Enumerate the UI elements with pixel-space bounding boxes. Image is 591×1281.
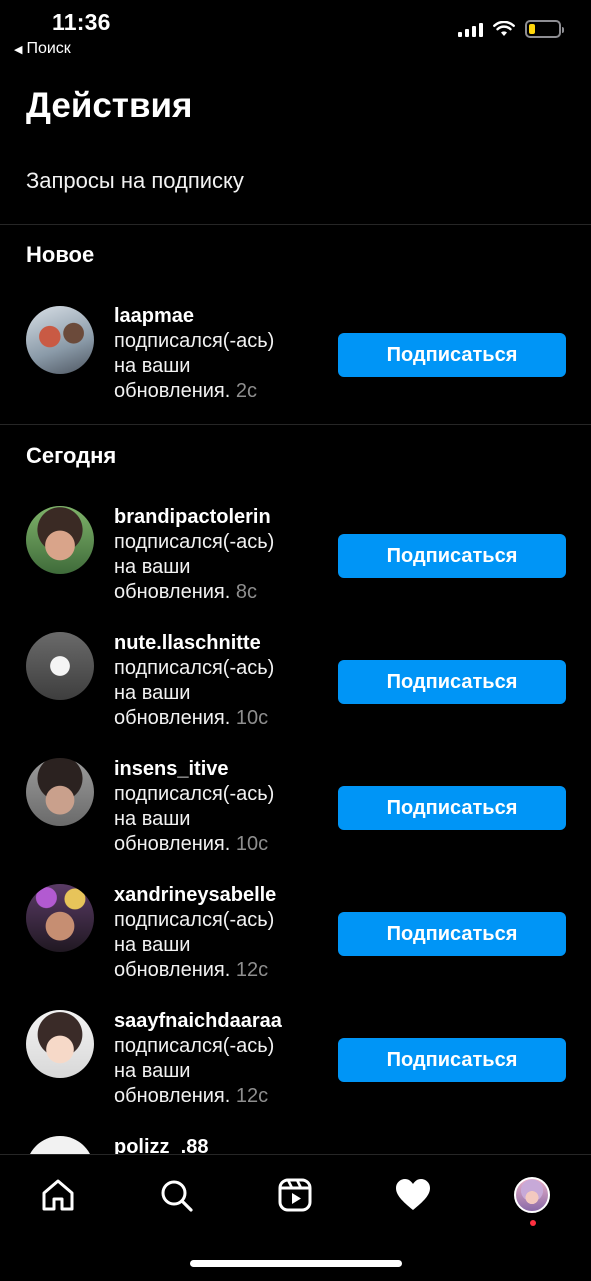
section-title-today: Сегодня bbox=[26, 443, 117, 468]
search-icon bbox=[161, 1180, 193, 1212]
user-avatar[interactable] bbox=[26, 306, 94, 374]
back-label: Поиск bbox=[26, 40, 71, 57]
back-arrow-icon: ◀ bbox=[14, 43, 23, 56]
follow-button[interactable]: Подписаться bbox=[338, 534, 566, 578]
user-avatar[interactable] bbox=[26, 1010, 94, 1078]
follow-button[interactable]: Подписаться bbox=[338, 660, 566, 704]
battery-icon bbox=[525, 20, 564, 38]
username-link[interactable]: saayfnaichdaaraa bbox=[114, 1009, 324, 1034]
notification-row[interactable]: xandrineysabelle подписался(-ась) на ваш… bbox=[0, 883, 591, 993]
time-ago: 2с bbox=[235, 380, 257, 402]
follow-button[interactable]: Подписаться bbox=[338, 786, 566, 830]
profile-avatar bbox=[514, 1177, 550, 1213]
follow-button[interactable]: Подписаться bbox=[338, 333, 566, 377]
time-ago: 10с bbox=[235, 833, 269, 855]
user-avatar[interactable] bbox=[26, 884, 94, 952]
user-avatar[interactable] bbox=[26, 758, 94, 826]
reels-icon bbox=[278, 1178, 312, 1212]
home-indicator bbox=[190, 1260, 402, 1267]
notification-row[interactable]: nute.llaschnitte подписался(-ась) на ваш… bbox=[0, 631, 591, 741]
section-title-new: Новое bbox=[26, 242, 95, 267]
notification-text: insens_itive подписался(-ась) на ваши об… bbox=[114, 757, 324, 857]
time-ago: 12с bbox=[235, 1085, 269, 1107]
time-ago: 8с bbox=[235, 581, 257, 603]
divider bbox=[0, 224, 591, 225]
notification-row[interactable]: insens_itive подписался(-ась) на ваши об… bbox=[0, 757, 591, 867]
notification-text: brandipactolerin подписался(-ась) на ваш… bbox=[114, 505, 324, 605]
notification-text: saayfnaichdaaraa подписался(-ась) на ваш… bbox=[114, 1009, 324, 1109]
time-ago: 12с bbox=[235, 959, 269, 981]
wifi-icon bbox=[493, 21, 515, 36]
reels-tab[interactable] bbox=[275, 1175, 315, 1215]
notification-row[interactable]: laapmae подписался(-ась) на ваши обновле… bbox=[0, 304, 591, 414]
profile-tab[interactable] bbox=[512, 1175, 552, 1215]
activity-tab[interactable] bbox=[393, 1175, 433, 1215]
username-link[interactable]: xandrineysabelle bbox=[114, 883, 324, 908]
cellular-signal-icon bbox=[458, 21, 483, 37]
time-ago: 10с bbox=[235, 707, 269, 729]
notification-dot bbox=[530, 1220, 536, 1226]
notification-text: xandrineysabelle подписался(-ась) на ваш… bbox=[114, 883, 324, 983]
home-tab[interactable] bbox=[38, 1175, 78, 1215]
status-icons bbox=[458, 20, 564, 38]
divider bbox=[0, 424, 591, 425]
follow-button[interactable]: Подписаться bbox=[338, 912, 566, 956]
status-bar: 11:36 ◀ Поиск bbox=[0, 0, 591, 64]
page-title: Действия bbox=[26, 86, 193, 125]
status-time: 11:36 bbox=[52, 9, 111, 35]
search-tab[interactable] bbox=[156, 1175, 196, 1215]
home-icon bbox=[42, 1179, 74, 1211]
notification-row[interactable]: brandipactolerin подписался(-ась) на ваш… bbox=[0, 505, 591, 615]
username-link[interactable]: insens_itive bbox=[114, 757, 324, 782]
follow-requests-link[interactable]: Запросы на подписку bbox=[26, 168, 244, 194]
username-link[interactable]: laapmae bbox=[114, 304, 324, 329]
follow-button[interactable]: Подписаться bbox=[338, 1038, 566, 1082]
heart-icon bbox=[396, 1179, 430, 1210]
user-avatar[interactable] bbox=[26, 506, 94, 574]
notification-text: nute.llaschnitte подписался(-ась) на ваш… bbox=[114, 631, 324, 731]
username-link[interactable]: nute.llaschnitte bbox=[114, 631, 324, 656]
back-to-search-link[interactable]: ◀ Поиск bbox=[14, 40, 71, 58]
user-avatar[interactable] bbox=[26, 632, 94, 700]
notification-row[interactable]: saayfnaichdaaraa подписался(-ась) на ваш… bbox=[0, 1009, 591, 1119]
username-link[interactable]: brandipactolerin bbox=[114, 505, 324, 530]
notification-text: laapmae подписался(-ась) на ваши обновле… bbox=[114, 304, 324, 404]
